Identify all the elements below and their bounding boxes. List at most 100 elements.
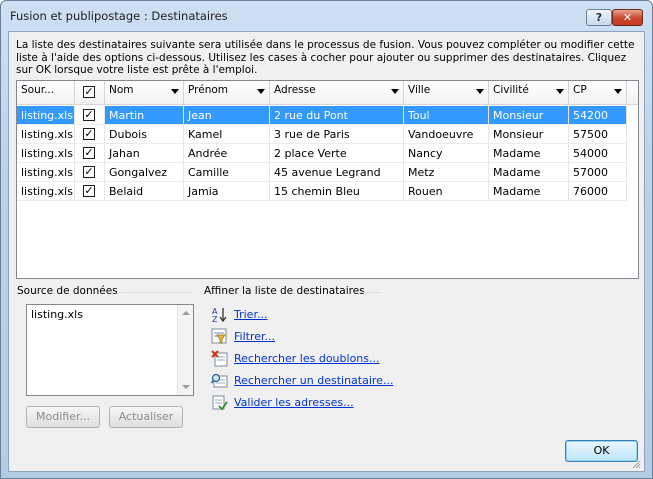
table-row[interactable]: listing.xls ✓ Belaid Jamia 15 chemin Ble… (17, 182, 627, 201)
scroll-down-arrow-icon[interactable] (182, 385, 190, 389)
chevron-down-icon[interactable] (171, 89, 179, 94)
column-header-cp[interactable]: CP (569, 81, 627, 105)
cell-cp: 54000 (569, 144, 627, 163)
column-header-source-label: Sour... (21, 84, 55, 96)
list-item[interactable]: listing.xls (31, 308, 83, 321)
column-header-source[interactable]: Sour... (17, 81, 75, 105)
cell-ville: Rouen (404, 182, 489, 201)
cell-source: listing.xls (17, 163, 75, 182)
filter-icon (211, 328, 227, 344)
cell-checkbox: ✓ (75, 125, 105, 144)
cell-ville: Toul (404, 106, 489, 125)
row-checkbox[interactable]: ✓ (83, 185, 95, 197)
resize-grip-icon[interactable] (631, 459, 641, 469)
cell-prenom: Jamia (184, 182, 270, 201)
table-row[interactable]: listing.xls ✓ Martin Jean 2 rue du Pont … (17, 106, 627, 125)
validate-addresses-icon (212, 395, 228, 411)
validate-addresses-label: Valider les adresses... (234, 396, 354, 409)
cell-adresse: 2 rue du Pont (270, 106, 404, 125)
find-recipient-label: Rechercher un destinataire... (234, 374, 394, 387)
cell-source: listing.xls (17, 182, 75, 201)
cell-cp: 54200 (569, 106, 627, 125)
table-row[interactable]: listing.xls ✓ Jahan Andrée 2 place Verte… (17, 144, 627, 163)
cell-cp: 76000 (569, 182, 627, 201)
column-header-adresse-label: Adresse (274, 84, 316, 96)
dialog-body: La liste des destinataires suivante sera… (8, 31, 645, 472)
scrollbar[interactable] (177, 305, 193, 395)
find-recipient-icon (211, 373, 228, 388)
table-row[interactable]: listing.xls ✓ Gongalvez Camille 45 avenu… (17, 163, 627, 182)
row-checkbox[interactable]: ✓ (83, 166, 95, 178)
find-duplicates-label: Rechercher les doublons... (234, 352, 380, 365)
chevron-down-icon[interactable] (614, 89, 622, 94)
column-header-civilite[interactable]: Civilité (489, 81, 569, 105)
cell-checkbox: ✓ (75, 163, 105, 182)
cell-cp: 57000 (569, 163, 627, 182)
column-header-adresse[interactable]: Adresse (270, 81, 404, 105)
cell-source: listing.xls (17, 144, 75, 163)
cell-nom: Jahan (105, 144, 184, 163)
cell-adresse: 2 place Verte (270, 144, 404, 163)
select-all-checkbox[interactable]: ✓ (83, 86, 95, 98)
cell-adresse: 3 rue de Paris (270, 125, 404, 144)
duplicates-icon (211, 350, 228, 367)
column-header-nom-label: Nom (109, 84, 134, 96)
modify-button[interactable]: Modifier... (26, 406, 100, 428)
cell-checkbox: ✓ (75, 106, 105, 125)
cell-ville: Vandoeuvre (404, 125, 489, 144)
cell-nom: Gongalvez (105, 163, 184, 182)
cell-source: listing.xls (17, 106, 75, 125)
cell-nom: Dubois (105, 125, 184, 144)
data-source-label: Source de données (17, 285, 118, 297)
cell-ville: Metz (404, 163, 489, 182)
refine-list-label: Affiner la liste de destinataires (204, 285, 365, 297)
title-bar: Fusion et publipostage : Destinataires ?… (1, 1, 652, 31)
column-header-prenom-label: Prénom (188, 84, 229, 96)
svg-text:Z: Z (212, 315, 218, 323)
cell-adresse: 15 chemin Bleu (270, 182, 404, 201)
data-source-list[interactable]: listing.xls (26, 304, 194, 396)
cell-civilite: Madame (489, 144, 569, 163)
column-header-cp-label: CP (573, 84, 587, 96)
sort-link-label: Trier... (234, 308, 268, 321)
cell-cp: 57500 (569, 125, 627, 144)
cell-nom: Martin (105, 106, 184, 125)
chevron-down-icon[interactable] (391, 89, 399, 94)
cell-prenom: Camille (184, 163, 270, 182)
cell-prenom: Andrée (184, 144, 270, 163)
column-header-ville-label: Ville (408, 84, 431, 96)
table-row[interactable]: listing.xls ✓ Dubois Kamel 3 rue de Pari… (17, 125, 627, 144)
cell-civilite: Madame (489, 182, 569, 201)
cell-civilite: Monsieur (489, 125, 569, 144)
cell-source: listing.xls (17, 125, 75, 144)
cell-civilite: Madame (489, 163, 569, 182)
cell-checkbox: ✓ (75, 144, 105, 163)
close-button[interactable]: ✕ (612, 9, 643, 26)
help-button[interactable]: ? (586, 9, 612, 26)
column-header-ville[interactable]: Ville (404, 81, 489, 105)
cell-prenom: Kamel (184, 125, 270, 144)
table-header: Sour... ✓ Nom Prénom Adresse Ville Civil… (17, 81, 638, 105)
chevron-down-icon[interactable] (476, 89, 484, 94)
ok-button[interactable]: OK (565, 440, 638, 462)
filter-link-label: Filtrer... (234, 330, 276, 343)
refresh-button[interactable]: Actualiser (109, 406, 183, 428)
chevron-down-icon[interactable] (556, 89, 564, 94)
cell-checkbox: ✓ (75, 182, 105, 201)
column-header-nom[interactable]: Nom (105, 81, 184, 105)
divider (361, 292, 381, 293)
divider (121, 292, 193, 293)
row-checkbox[interactable]: ✓ (83, 147, 95, 159)
recipients-table: Sour... ✓ Nom Prénom Adresse Ville Civil… (16, 80, 639, 279)
column-header-checkbox[interactable]: ✓ (75, 81, 105, 105)
cell-ville: Nancy (404, 144, 489, 163)
cell-prenom: Jean (184, 106, 270, 125)
row-checkbox[interactable]: ✓ (83, 128, 95, 140)
cell-nom: Belaid (105, 182, 184, 201)
cell-adresse: 45 avenue Legrand (270, 163, 404, 182)
scroll-up-arrow-icon[interactable] (182, 311, 190, 315)
dialog-title: Fusion et publipostage : Destinataires (10, 9, 228, 23)
row-checkbox[interactable]: ✓ (83, 109, 95, 121)
chevron-down-icon[interactable] (257, 89, 265, 94)
column-header-prenom[interactable]: Prénom (184, 81, 270, 105)
